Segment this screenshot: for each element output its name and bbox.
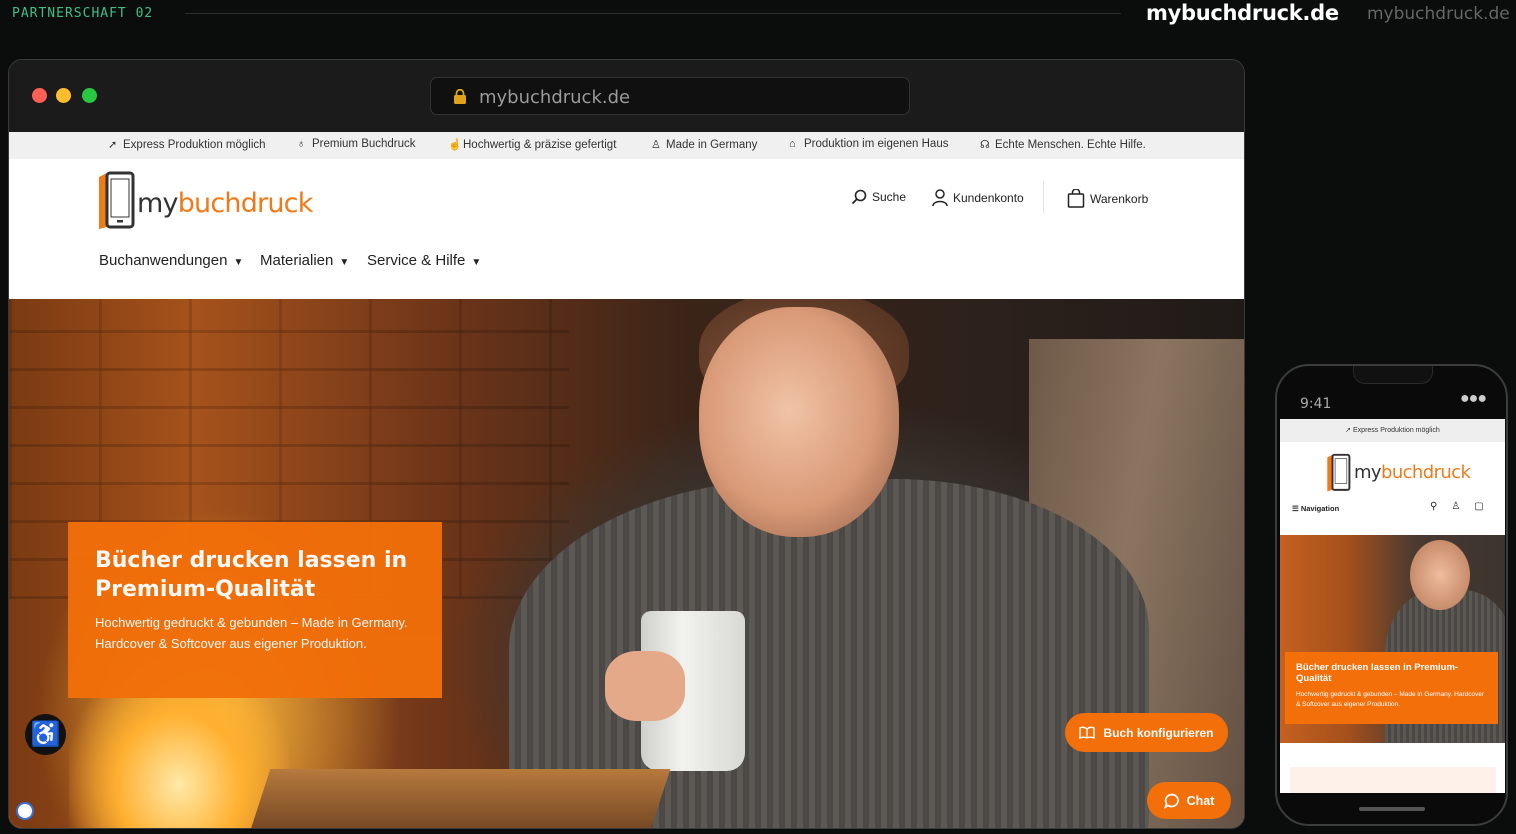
divider-line xyxy=(185,13,1121,14)
url-text: mybuchdruck.de xyxy=(479,87,631,108)
headset-icon: ☊ xyxy=(980,139,990,151)
brand-title-secondary: mybuchdruck.de xyxy=(1367,4,1510,24)
thumbs-up-icon: ☝ xyxy=(448,139,462,151)
factory-icon: ⌂ xyxy=(789,138,796,150)
hamburger-icon: ☰ xyxy=(1292,504,1301,513)
usp-item: ♁ Premium Buchdruck xyxy=(297,138,416,150)
mobile-screen: ➚ Express Produktion möglich mybuchdruck… xyxy=(1280,419,1505,793)
partnership-label: PARTNERSCHAFT 02 xyxy=(12,6,154,21)
chat-bubble-icon xyxy=(1163,793,1179,809)
mobile-phone-frame: 9:41 ●●● ➚ Express Produktion möglich my… xyxy=(1275,364,1508,826)
mobile-navigation-button[interactable]: ☰ Navigation xyxy=(1292,504,1339,513)
search-icon[interactable]: ⚲ xyxy=(1430,501,1451,512)
hero-section: Bücher drucken lassen in Premium-Qualitä… xyxy=(9,299,1244,828)
chevron-down-icon: ▼ xyxy=(471,257,482,268)
address-bar[interactable]: mybuchdruck.de xyxy=(430,77,910,115)
website-page: ➚ Express Produktion möglich ♁ Premium Buc… xyxy=(9,132,1244,828)
mobile-usp-bar: ➚ Express Produktion möglich xyxy=(1280,419,1505,442)
phone-notch xyxy=(1353,366,1433,384)
usp-item: ⌂ Produktion im eigenen Haus xyxy=(789,138,949,150)
usp-bar: ➚ Express Produktion möglich ♁ Premium Buc… xyxy=(9,132,1244,159)
chevron-down-icon: ▼ xyxy=(339,257,350,268)
trophy-icon: ♙ xyxy=(651,139,661,151)
cart-link[interactable]: Warenkorb xyxy=(1067,189,1148,208)
open-book-icon xyxy=(1079,726,1096,739)
status-time: 9:41 xyxy=(1300,396,1332,412)
hero-subtitle: Hochwertig gedruckt & gebunden – Made in… xyxy=(95,615,408,651)
minimize-window-button[interactable] xyxy=(56,88,71,103)
logo-text: mybuchdruck xyxy=(137,188,313,219)
configure-book-button[interactable]: Buch konfigurieren xyxy=(1065,713,1228,752)
usp-item: ♙ Made in Germany xyxy=(651,139,758,151)
mobile-hero-title: Bücher drucken lassen in Premium-Qualitä… xyxy=(1296,662,1459,684)
chevron-down-icon: ▼ xyxy=(233,257,244,268)
mobile-hero-text-box: Bücher drucken lassen in Premium-Qualitä… xyxy=(1285,652,1498,724)
hero-text-box: Bücher drucken lassen in Premium-Qualitä… xyxy=(68,522,442,698)
browser-chrome: mybuchdruck.de xyxy=(9,60,1244,132)
rocket-icon: ➚ xyxy=(1345,427,1354,434)
lock-icon xyxy=(454,89,466,104)
chat-button[interactable]: Chat xyxy=(1147,782,1231,819)
usp-item: ☊ Echte Menschen. Echte Hilfe. xyxy=(980,139,1146,151)
search-link[interactable]: Suche xyxy=(851,189,906,205)
mobile-hero: Bücher drucken lassen in Premium-Qualitä… xyxy=(1280,535,1505,743)
shopping-bag-icon xyxy=(1067,189,1085,208)
book-logo-icon xyxy=(1327,453,1351,492)
mobile-hero-photo-face xyxy=(1410,540,1470,610)
menu-buchanwendungen[interactable]: Buchanwendungen ▼ xyxy=(99,252,243,269)
mobile-hero-subtitle: Hochwertig gedruckt & gebunden – Made in… xyxy=(1296,691,1485,708)
mobile-logo-text: mybuchdruck xyxy=(1354,462,1471,483)
desktop-browser-window: mybuchdruck.de ➚ Express Produktion mögli… xyxy=(8,59,1245,829)
hero-title: Bücher drucken lassen in Premium-Qualitä… xyxy=(95,548,408,602)
home-indicator[interactable] xyxy=(1359,807,1425,811)
hero-photo-hand xyxy=(605,651,685,721)
accessibility-icon: ♿ xyxy=(30,721,61,748)
rocket-icon: ➚ xyxy=(108,139,118,151)
user-icon xyxy=(932,189,948,207)
hero-photo-book xyxy=(247,769,671,828)
maximize-window-button[interactable] xyxy=(82,88,97,103)
mobile-header-icons: ⚲♙▢ xyxy=(1430,501,1498,512)
close-window-button[interactable] xyxy=(32,88,47,103)
header-divider xyxy=(1043,181,1044,213)
usp-item: ➚ Express Produktion möglich xyxy=(108,139,266,151)
status-dots-icon: ●●● xyxy=(1460,390,1487,407)
site-header: mybuchdruck Suche Kundenkonto Warenkorb … xyxy=(9,159,1244,299)
mobile-content-block xyxy=(1290,767,1496,793)
shopping-bag-icon[interactable]: ▢ xyxy=(1474,501,1497,512)
account-link[interactable]: Kundenkonto xyxy=(932,189,1024,207)
user-icon[interactable]: ♙ xyxy=(1451,501,1474,512)
book-logo-icon xyxy=(99,171,135,229)
verified-badge-icon[interactable] xyxy=(16,802,34,820)
medal-icon: ♁ xyxy=(297,138,306,150)
search-icon xyxy=(851,189,867,205)
menu-service-hilfe[interactable]: Service & Hilfe ▼ xyxy=(367,252,481,269)
hero-photo-face xyxy=(699,307,899,537)
menu-materialien[interactable]: Materialien ▼ xyxy=(260,252,349,269)
usp-item: ☝Hochwertig & präzise gefertigt xyxy=(448,139,617,151)
brand-title: mybuchdruck.de xyxy=(1146,1,1339,25)
top-strip: PARTNERSCHAFT 02 mybuchdruck.de mybuchdr… xyxy=(0,0,1516,30)
accessibility-button[interactable]: ♿ xyxy=(25,714,66,755)
